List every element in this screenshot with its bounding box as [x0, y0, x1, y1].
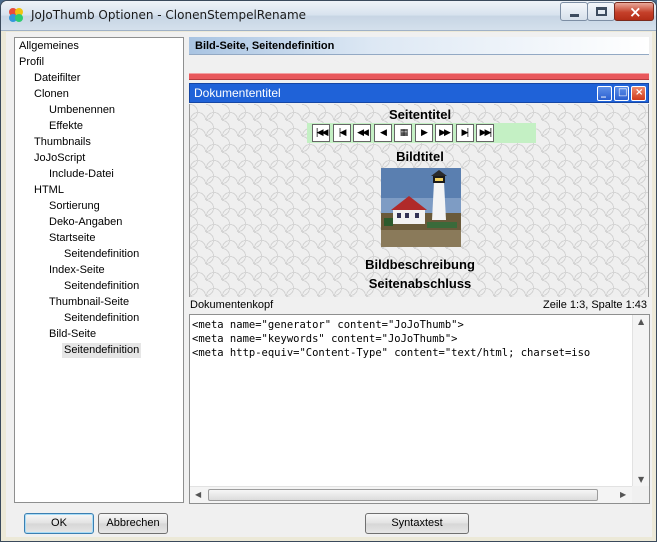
tree-item[interactable]: Dateifilter: [32, 71, 82, 86]
client-area: Allgemeines Profil Dateifilter Clonen Umbene…: [6, 32, 652, 537]
next-group-icon: ▶|: [455, 124, 474, 142]
tree-item[interactable]: Startseite: [47, 231, 97, 246]
tree-item[interactable]: Profil: [17, 55, 46, 70]
code-line: <meta name="generator" content="JoJoThum…: [192, 319, 464, 331]
preview-window-title: Dokumententitel: [194, 86, 281, 100]
scroll-right-icon[interactable]: ▶: [620, 490, 626, 499]
syntax-test-button[interactable]: Syntaxtest: [365, 513, 469, 534]
vertical-scrollbar[interactable]: ▲ ▼: [632, 315, 649, 487]
tree-item[interactable]: Bild-Seite: [47, 327, 98, 342]
index-grid-icon: ▦: [394, 124, 412, 142]
deco-red-bar: [189, 73, 649, 80]
tree-item[interactable]: Seitendefinition: [62, 247, 141, 262]
tree-item[interactable]: Include-Datei: [47, 167, 116, 182]
scroll-corner: [632, 486, 649, 503]
tree-item[interactable]: Deko-Angaben: [47, 215, 124, 230]
tree-item[interactable]: Index-Seite: [47, 263, 107, 278]
tree-item[interactable]: Seitendefinition: [62, 311, 141, 326]
page-preview: Seitentitel |◀◀ |◀ ◀◀ ◀ ▦ ▶ ▶▶ ▶| ▶▶| Bildtitel: [189, 104, 649, 297]
scroll-up-icon[interactable]: ▲: [638, 317, 644, 326]
lighthouse-image: [381, 168, 461, 247]
minimize-button[interactable]: [560, 2, 588, 21]
tree-item[interactable]: Thumbnail-Seite: [47, 295, 131, 310]
cancel-button[interactable]: Abbrechen: [98, 513, 168, 534]
last-icon: ▶▶|: [476, 124, 494, 142]
maximize-button[interactable]: [587, 2, 615, 21]
minimize-icon: [570, 14, 579, 17]
close-icon: ×: [629, 3, 642, 21]
ok-button[interactable]: OK: [24, 513, 94, 534]
preview-title-bar: Dokumententitel _ □ ×: [189, 83, 649, 103]
preview-seitentitel: Seitentitel: [388, 107, 452, 122]
scroll-left-icon[interactable]: ◀: [195, 490, 201, 499]
tree-item[interactable]: JoJoScript: [32, 151, 87, 166]
tree-item[interactable]: Effekte: [47, 119, 85, 134]
close-button[interactable]: ×: [614, 2, 654, 21]
options-window: JoJoThumb Optionen - ClonenStempelRename…: [0, 0, 657, 542]
prev-group-icon: |◀: [332, 124, 351, 142]
settings-panel: Bild-Seite, Seitendefinition Dokumentent…: [189, 37, 651, 504]
settings-tree[interactable]: Allgemeines Profil Dateifilter Clonen Umbene…: [14, 37, 184, 503]
preview-seitenabschluss: Seitenabschluss: [368, 276, 472, 291]
preview-minimize-icon: _: [597, 86, 612, 101]
section-title: Bild-Seite, Seitendefinition: [195, 40, 335, 52]
tree-item[interactable]: Clonen: [32, 87, 71, 102]
code-line: <meta name="keywords" content="JoJoThumb…: [192, 333, 458, 345]
editor-label: Dokumentenkopf: [190, 299, 274, 311]
tree-item[interactable]: Umbenennen: [47, 103, 117, 118]
tree-item[interactable]: Seitendefinition: [62, 343, 142, 358]
tree-item[interactable]: Seitendefinition: [62, 279, 141, 294]
tree-item[interactable]: Allgemeines: [17, 39, 81, 54]
prev-fast-icon: ◀◀: [353, 124, 371, 142]
app-icon: [9, 8, 23, 22]
preview-bildtitel: Bildtitel: [396, 149, 444, 164]
next-icon: ▶: [414, 124, 433, 142]
preview-bildbeschreibung: Bildbeschreibung: [365, 257, 475, 272]
preview-nav-bar: |◀◀ |◀ ◀◀ ◀ ▦ ▶ ▶▶ ▶| ▶▶|: [307, 123, 536, 143]
preview-maximize-icon: □: [614, 86, 629, 101]
horizontal-scrollbar[interactable]: ◀ ▶: [190, 486, 633, 503]
title-bar[interactable]: JoJoThumb Optionen - ClonenStempelRename…: [1, 1, 656, 31]
prev-icon: ◀: [373, 124, 392, 142]
cursor-position: Zeile 1:3, Spalte 1:43: [543, 299, 647, 311]
tree-item[interactable]: Sortierung: [47, 199, 102, 214]
window-title: JoJoThumb Optionen - ClonenStempelRename: [31, 8, 307, 22]
code-text[interactable]: <meta name="generator" content="JoJoThum…: [192, 318, 632, 360]
first-icon: |◀◀: [312, 124, 330, 142]
code-editor[interactable]: <meta name="generator" content="JoJoThum…: [189, 314, 650, 504]
code-line: <meta http-equiv="Content-Type" content=…: [192, 347, 591, 359]
horizontal-scroll-thumb[interactable]: [208, 489, 598, 501]
tree-item[interactable]: Thumbnails: [32, 135, 93, 150]
section-header: Bild-Seite, Seitendefinition: [189, 37, 649, 55]
preview-close-icon: ×: [631, 86, 646, 101]
scroll-down-icon[interactable]: ▼: [638, 475, 644, 484]
tree-item[interactable]: HTML: [32, 183, 66, 198]
next-fast-icon: ▶▶: [435, 124, 453, 142]
maximize-icon: [596, 7, 607, 16]
